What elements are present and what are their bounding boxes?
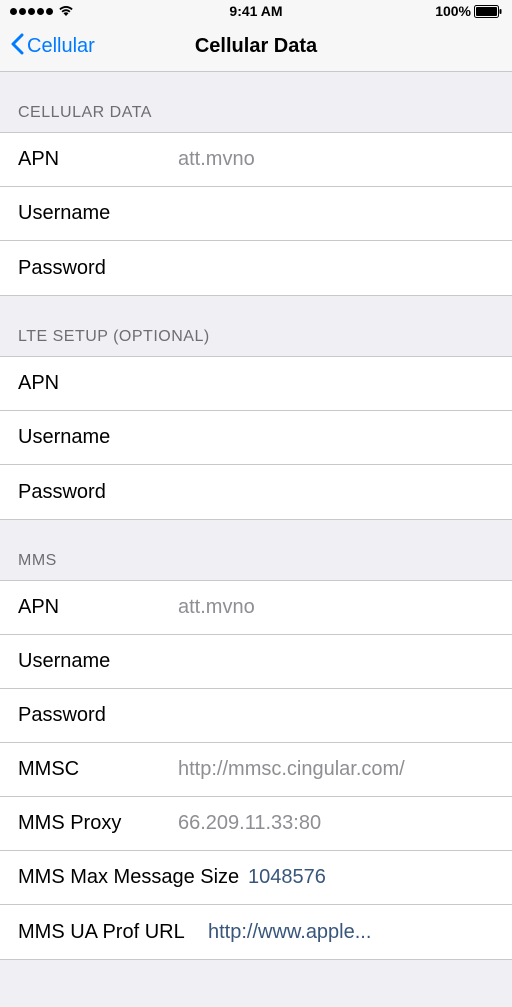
row-mms-max-size[interactable]: MMS Max Message Size bbox=[0, 851, 512, 905]
mms-ua-prof-label: MMS UA Prof URL bbox=[18, 921, 208, 944]
signal-strength-icon bbox=[10, 8, 53, 15]
section-header-cellular-data: CELLULAR DATA bbox=[0, 72, 512, 132]
username-label: Username bbox=[18, 650, 178, 673]
password-label: Password bbox=[18, 257, 178, 280]
section-header-lte: LTE SETUP (OPTIONAL) bbox=[0, 296, 512, 356]
status-right: 100% bbox=[435, 3, 502, 19]
row-mms-ua-prof[interactable]: MMS UA Prof URL bbox=[0, 905, 512, 959]
back-button[interactable]: Cellular bbox=[0, 33, 95, 61]
password-label: Password bbox=[18, 481, 178, 504]
row-cellular-password[interactable]: Password bbox=[0, 241, 512, 295]
mmsc-input[interactable] bbox=[178, 758, 494, 781]
status-bar: 9:41 AM 100% bbox=[0, 0, 512, 22]
apn-input[interactable] bbox=[178, 596, 494, 619]
username-label: Username bbox=[18, 426, 178, 449]
row-cellular-apn[interactable]: APN bbox=[0, 133, 512, 187]
apn-input[interactable] bbox=[178, 372, 494, 395]
status-time: 9:41 AM bbox=[229, 3, 282, 19]
page-title: Cellular Data bbox=[195, 35, 317, 58]
mms-max-size-label: MMS Max Message Size bbox=[18, 866, 248, 889]
navigation-bar: Cellular Cellular Data bbox=[0, 22, 512, 72]
username-input[interactable] bbox=[178, 650, 494, 673]
section-header-mms: MMS bbox=[0, 520, 512, 580]
row-mms-mmsc[interactable]: MMSC bbox=[0, 743, 512, 797]
row-lte-username[interactable]: Username bbox=[0, 411, 512, 465]
apn-label: APN bbox=[18, 148, 178, 171]
back-label: Cellular bbox=[27, 35, 95, 58]
row-mms-password[interactable]: Password bbox=[0, 689, 512, 743]
mms-max-size-input[interactable] bbox=[248, 866, 494, 889]
row-lte-password[interactable]: Password bbox=[0, 465, 512, 519]
section-mms: APN Username Password MMSC MMS Proxy MMS… bbox=[0, 580, 512, 960]
row-mms-apn[interactable]: APN bbox=[0, 581, 512, 635]
row-mms-proxy[interactable]: MMS Proxy bbox=[0, 797, 512, 851]
mms-ua-prof-input[interactable] bbox=[208, 921, 494, 944]
apn-input[interactable] bbox=[178, 148, 494, 171]
status-left bbox=[10, 5, 74, 17]
mms-proxy-input[interactable] bbox=[178, 812, 494, 835]
battery-icon bbox=[474, 5, 502, 18]
row-mms-username[interactable]: Username bbox=[0, 635, 512, 689]
username-input[interactable] bbox=[178, 426, 494, 449]
row-cellular-username[interactable]: Username bbox=[0, 187, 512, 241]
mms-proxy-label: MMS Proxy bbox=[18, 812, 178, 835]
section-lte: APN Username Password bbox=[0, 356, 512, 520]
username-label: Username bbox=[18, 202, 178, 225]
row-lte-apn[interactable]: APN bbox=[0, 357, 512, 411]
username-input[interactable] bbox=[178, 202, 494, 225]
password-label: Password bbox=[18, 704, 178, 727]
password-input[interactable] bbox=[178, 481, 494, 504]
section-cellular-data: APN Username Password bbox=[0, 132, 512, 296]
mmsc-label: MMSC bbox=[18, 758, 178, 781]
apn-label: APN bbox=[18, 596, 178, 619]
battery-percentage: 100% bbox=[435, 3, 471, 19]
apn-label: APN bbox=[18, 372, 178, 395]
wifi-icon bbox=[58, 5, 74, 17]
password-input[interactable] bbox=[178, 257, 494, 280]
chevron-left-icon bbox=[10, 33, 24, 61]
password-input[interactable] bbox=[178, 704, 494, 727]
